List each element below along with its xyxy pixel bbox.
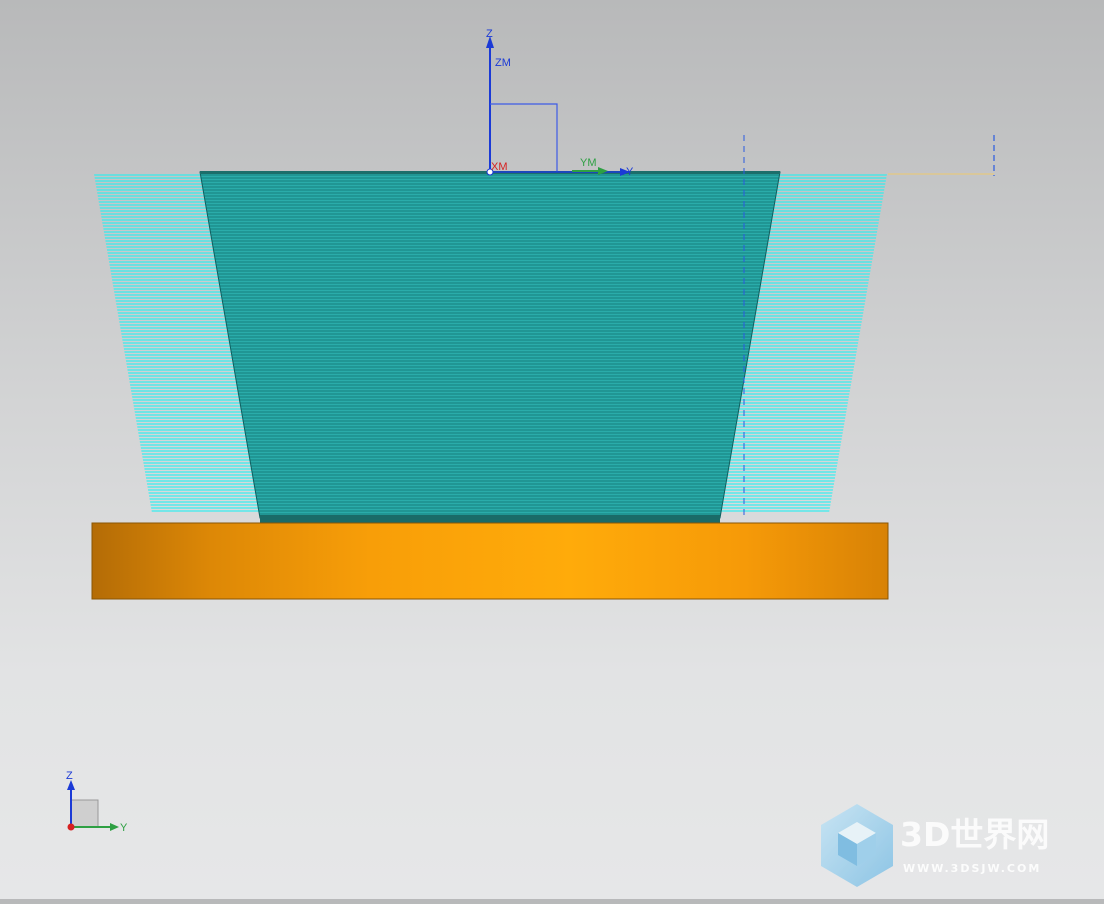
watermark: 3D世界网 WWW.3DSJW.COM [821,804,1049,887]
watermark-url: WWW.3DSJW.COM [903,862,1041,875]
xm-label: XM [491,161,508,173]
triad-y-arrow-icon [110,823,119,831]
mcs-axes[interactable]: Z ZM XM YM Y [486,28,634,178]
triad-cube [70,799,99,828]
triad-z-label: Z [66,770,73,782]
zm-label: ZM [495,57,511,69]
watermark-title: 3D世界网 [900,815,1049,854]
cube-logo-icon [821,804,893,887]
triad-origin [67,823,75,831]
graphics-viewport[interactable]: Z ZM XM YM Y Z Y 3D世界网 WWW.3DSJW.COM [0,0,1104,899]
view-triad[interactable]: Z Y [66,770,128,834]
part-body[interactable] [199,171,781,523]
y-label: Y [626,166,634,178]
triad-y-label: Y [120,822,128,834]
z-label: Z [486,28,493,40]
ym-label: YM [580,157,597,169]
model-canvas[interactable]: Z ZM XM YM Y Z Y 3D世界网 WWW.3DSJW.COM [0,0,1104,899]
base-block[interactable] [91,522,889,600]
